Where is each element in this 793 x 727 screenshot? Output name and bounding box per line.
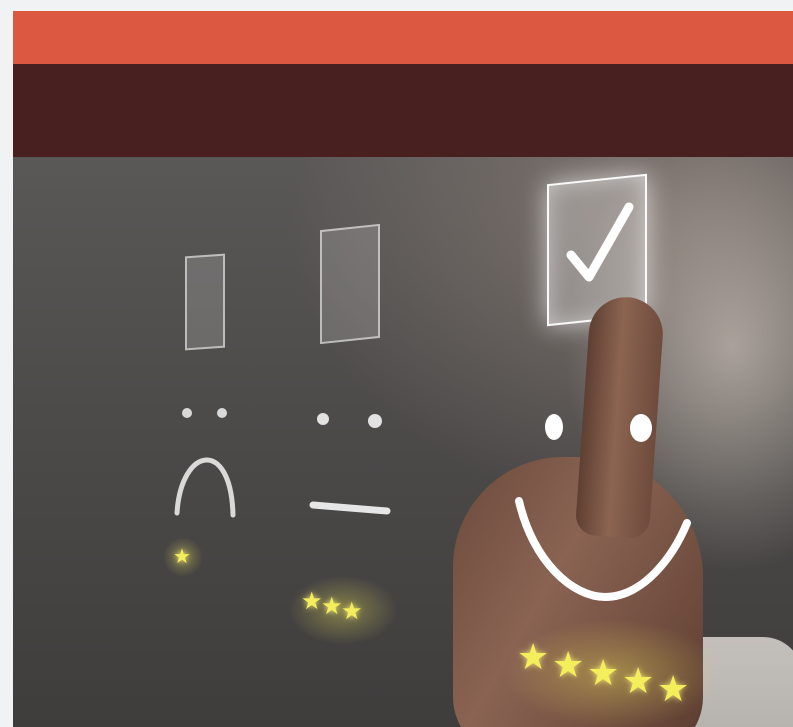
star-icon: ★ bbox=[587, 652, 620, 693]
header-navbar bbox=[13, 64, 793, 157]
star-icon: ★ bbox=[341, 598, 363, 625]
page-top-margin bbox=[0, 0, 793, 10]
happy-face-icon bbox=[515, 414, 691, 602]
star-icon: ★ bbox=[517, 636, 550, 677]
star-icon: ★ bbox=[657, 668, 690, 709]
top-accent-bar bbox=[13, 11, 793, 64]
star-icon: ★ bbox=[301, 588, 323, 615]
hero-image: ★ ★ ★ ★ ★ ★ ★ ★ ★ bbox=[13, 157, 793, 727]
sad-face-icon bbox=[174, 408, 236, 518]
star-icon: ★ bbox=[622, 660, 655, 701]
site-frame: ★ ★ ★ ★ ★ ★ ★ ★ ★ bbox=[13, 11, 793, 727]
star-icon: ★ bbox=[321, 593, 343, 620]
star-icon: ★ bbox=[173, 546, 191, 568]
star-icon: ★ bbox=[552, 644, 585, 685]
neutral-face-icon bbox=[309, 413, 391, 515]
